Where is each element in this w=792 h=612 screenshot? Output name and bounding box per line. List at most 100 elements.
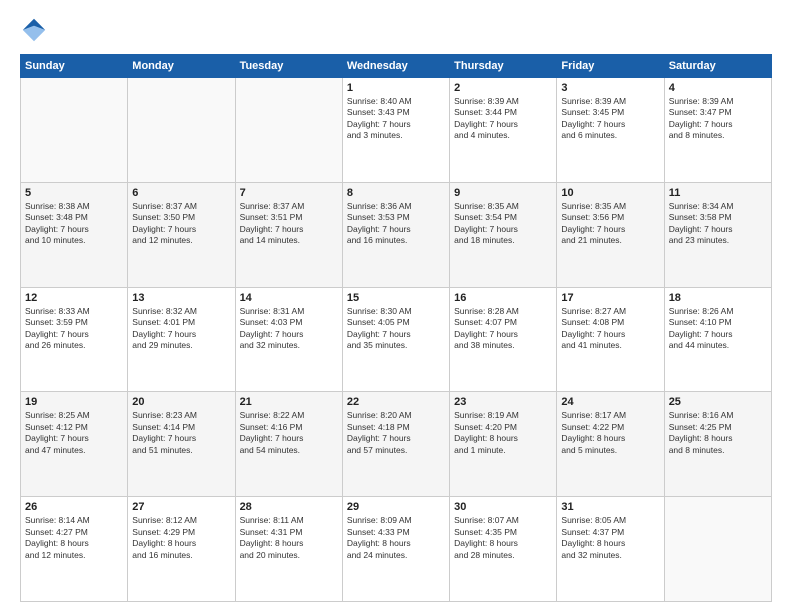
calendar-header: SundayMondayTuesdayWednesdayThursdayFrid…	[21, 55, 772, 78]
day-number: 3	[561, 82, 659, 94]
day-number: 23	[454, 396, 552, 408]
day-number: 9	[454, 187, 552, 199]
day-info: Sunrise: 8:30 AM Sunset: 4:05 PM Dayligh…	[347, 306, 445, 352]
day-header-monday: Monday	[128, 55, 235, 78]
day-info: Sunrise: 8:17 AM Sunset: 4:22 PM Dayligh…	[561, 410, 659, 456]
calendar-cell: 13 Sunrise: 8:32 AM Sunset: 4:01 PM Dayli…	[128, 287, 235, 392]
day-info: Sunrise: 8:37 AM Sunset: 3:50 PM Dayligh…	[132, 201, 230, 247]
day-number: 12	[25, 292, 123, 304]
day-number: 17	[561, 292, 659, 304]
day-info: Sunrise: 8:35 AM Sunset: 3:56 PM Dayligh…	[561, 201, 659, 247]
day-number: 28	[240, 501, 338, 513]
week-row-5: 26 Sunrise: 8:14 AM Sunset: 4:27 PM Dayli…	[21, 497, 772, 602]
calendar-cell: 28 Sunrise: 8:11 AM Sunset: 4:31 PM Dayli…	[235, 497, 342, 602]
day-info: Sunrise: 8:05 AM Sunset: 4:37 PM Dayligh…	[561, 515, 659, 561]
calendar-cell: 7 Sunrise: 8:37 AM Sunset: 3:51 PM Daylig…	[235, 182, 342, 287]
calendar-cell: 8 Sunrise: 8:36 AM Sunset: 3:53 PM Daylig…	[342, 182, 449, 287]
day-number: 24	[561, 396, 659, 408]
day-number: 4	[669, 82, 767, 94]
day-info: Sunrise: 8:20 AM Sunset: 4:18 PM Dayligh…	[347, 410, 445, 456]
calendar-cell: 21Sunrise: 8:22 AM Sunset: 4:16 PM Dayli…	[235, 392, 342, 497]
calendar-table: SundayMondayTuesdayWednesdayThursdayFrid…	[20, 54, 772, 602]
calendar-cell	[128, 78, 235, 183]
calendar-cell: 14Sunrise: 8:31 AM Sunset: 4:03 PM Dayli…	[235, 287, 342, 392]
day-number: 8	[347, 187, 445, 199]
day-header-tuesday: Tuesday	[235, 55, 342, 78]
calendar-cell: 6Sunrise: 8:37 AM Sunset: 3:50 PM Daylig…	[128, 182, 235, 287]
day-info: Sunrise: 8:19 AM Sunset: 4:20 PM Dayligh…	[454, 410, 552, 456]
calendar-cell: 26 Sunrise: 8:14 AM Sunset: 4:27 PM Dayli…	[21, 497, 128, 602]
day-number: 20	[132, 396, 230, 408]
day-info: Sunrise: 8:40 AM Sunset: 3:43 PM Dayligh…	[347, 96, 445, 142]
calendar-cell	[664, 497, 771, 602]
day-number: 5	[25, 187, 123, 199]
week-row-4: 19Sunrise: 8:25 AM Sunset: 4:12 PM Dayli…	[21, 392, 772, 497]
calendar-cell: 15 Sunrise: 8:30 AM Sunset: 4:05 PM Dayli…	[342, 287, 449, 392]
day-number: 10	[561, 187, 659, 199]
day-info: Sunrise: 8:26 AM Sunset: 4:10 PM Dayligh…	[669, 306, 767, 352]
day-number: 26	[25, 501, 123, 513]
day-info: Sunrise: 8:12 AM Sunset: 4:29 PM Dayligh…	[132, 515, 230, 561]
week-row-1: 1 Sunrise: 8:40 AM Sunset: 3:43 PM Daylig…	[21, 78, 772, 183]
day-info: Sunrise: 8:38 AM Sunset: 3:48 PM Dayligh…	[25, 201, 123, 247]
day-number: 19	[25, 396, 123, 408]
calendar-cell: 11 Sunrise: 8:34 AM Sunset: 3:58 PM Dayli…	[664, 182, 771, 287]
day-info: Sunrise: 8:39 AM Sunset: 3:44 PM Dayligh…	[454, 96, 552, 142]
day-header-thursday: Thursday	[450, 55, 557, 78]
day-info: Sunrise: 8:09 AM Sunset: 4:33 PM Dayligh…	[347, 515, 445, 561]
calendar-cell: 4 Sunrise: 8:39 AM Sunset: 3:47 PM Daylig…	[664, 78, 771, 183]
calendar-cell: 24 Sunrise: 8:17 AM Sunset: 4:22 PM Dayli…	[557, 392, 664, 497]
day-info: Sunrise: 8:27 AM Sunset: 4:08 PM Dayligh…	[561, 306, 659, 352]
calendar-cell: 19Sunrise: 8:25 AM Sunset: 4:12 PM Dayli…	[21, 392, 128, 497]
page: SundayMondayTuesdayWednesdayThursdayFrid…	[0, 0, 792, 612]
day-number: 18	[669, 292, 767, 304]
week-row-2: 5 Sunrise: 8:38 AM Sunset: 3:48 PM Daylig…	[21, 182, 772, 287]
day-number: 31	[561, 501, 659, 513]
header	[20, 16, 772, 44]
day-info: Sunrise: 8:31 AM Sunset: 4:03 PM Dayligh…	[240, 306, 338, 352]
day-info: Sunrise: 8:34 AM Sunset: 3:58 PM Dayligh…	[669, 201, 767, 247]
day-number: 13	[132, 292, 230, 304]
calendar-cell: 27Sunrise: 8:12 AM Sunset: 4:29 PM Dayli…	[128, 497, 235, 602]
day-number: 30	[454, 501, 552, 513]
day-number: 25	[669, 396, 767, 408]
day-info: Sunrise: 8:14 AM Sunset: 4:27 PM Dayligh…	[25, 515, 123, 561]
calendar-cell: 5 Sunrise: 8:38 AM Sunset: 3:48 PM Daylig…	[21, 182, 128, 287]
day-number: 2	[454, 82, 552, 94]
day-info: Sunrise: 8:33 AM Sunset: 3:59 PM Dayligh…	[25, 306, 123, 352]
day-number: 21	[240, 396, 338, 408]
day-number: 29	[347, 501, 445, 513]
day-info: Sunrise: 8:07 AM Sunset: 4:35 PM Dayligh…	[454, 515, 552, 561]
day-number: 11	[669, 187, 767, 199]
day-header-sunday: Sunday	[21, 55, 128, 78]
day-number: 16	[454, 292, 552, 304]
day-header-friday: Friday	[557, 55, 664, 78]
day-info: Sunrise: 8:36 AM Sunset: 3:53 PM Dayligh…	[347, 201, 445, 247]
calendar-cell: 3Sunrise: 8:39 AM Sunset: 3:45 PM Daylig…	[557, 78, 664, 183]
day-info: Sunrise: 8:16 AM Sunset: 4:25 PM Dayligh…	[669, 410, 767, 456]
day-info: Sunrise: 8:32 AM Sunset: 4:01 PM Dayligh…	[132, 306, 230, 352]
day-info: Sunrise: 8:39 AM Sunset: 3:47 PM Dayligh…	[669, 96, 767, 142]
calendar-cell: 10 Sunrise: 8:35 AM Sunset: 3:56 PM Dayli…	[557, 182, 664, 287]
calendar-cell: 29 Sunrise: 8:09 AM Sunset: 4:33 PM Dayli…	[342, 497, 449, 602]
calendar-cell: 18 Sunrise: 8:26 AM Sunset: 4:10 PM Dayli…	[664, 287, 771, 392]
calendar-cell: 9 Sunrise: 8:35 AM Sunset: 3:54 PM Daylig…	[450, 182, 557, 287]
logo-icon	[20, 16, 48, 44]
calendar-cell: 1 Sunrise: 8:40 AM Sunset: 3:43 PM Daylig…	[342, 78, 449, 183]
days-of-week-row: SundayMondayTuesdayWednesdayThursdayFrid…	[21, 55, 772, 78]
day-info: Sunrise: 8:23 AM Sunset: 4:14 PM Dayligh…	[132, 410, 230, 456]
calendar-cell: 23 Sunrise: 8:19 AM Sunset: 4:20 PM Dayli…	[450, 392, 557, 497]
calendar-body: 1 Sunrise: 8:40 AM Sunset: 3:43 PM Daylig…	[21, 78, 772, 602]
day-info: Sunrise: 8:35 AM Sunset: 3:54 PM Dayligh…	[454, 201, 552, 247]
logo	[20, 16, 52, 44]
day-number: 7	[240, 187, 338, 199]
day-info: Sunrise: 8:37 AM Sunset: 3:51 PM Dayligh…	[240, 201, 338, 247]
calendar-cell: 16Sunrise: 8:28 AM Sunset: 4:07 PM Dayli…	[450, 287, 557, 392]
calendar-cell: 22 Sunrise: 8:20 AM Sunset: 4:18 PM Dayli…	[342, 392, 449, 497]
day-number: 22	[347, 396, 445, 408]
calendar-cell: 20 Sunrise: 8:23 AM Sunset: 4:14 PM Dayli…	[128, 392, 235, 497]
day-info: Sunrise: 8:11 AM Sunset: 4:31 PM Dayligh…	[240, 515, 338, 561]
day-number: 1	[347, 82, 445, 94]
day-number: 15	[347, 292, 445, 304]
day-header-saturday: Saturday	[664, 55, 771, 78]
